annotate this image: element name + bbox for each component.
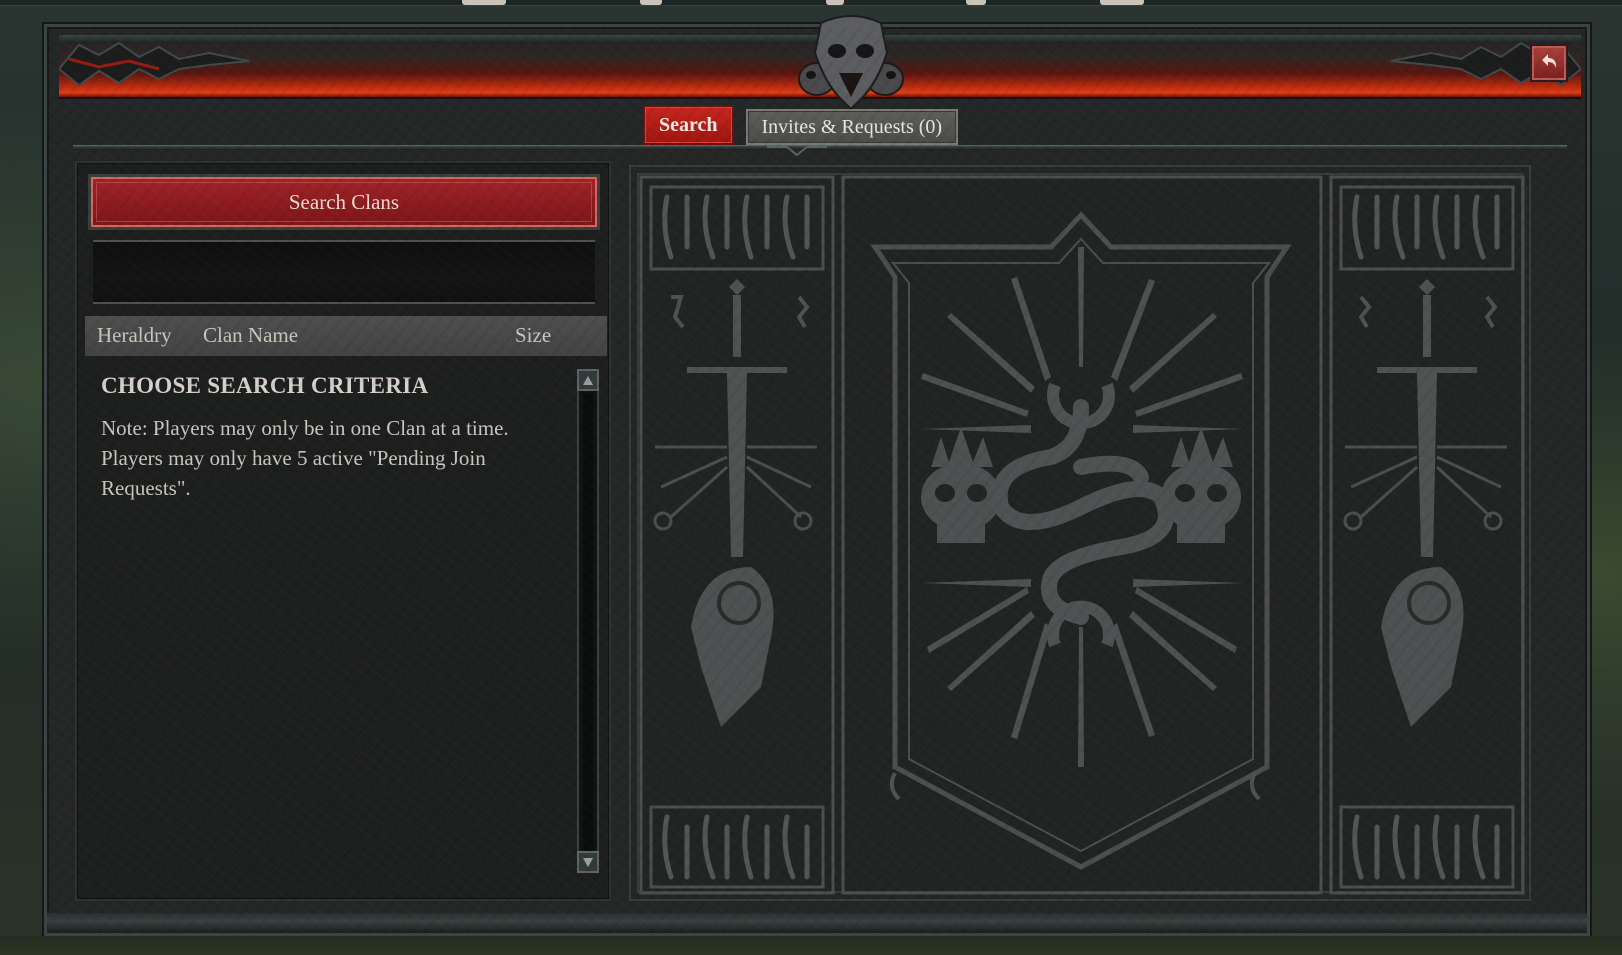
window-frame-bottom [47,913,1587,933]
back-button[interactable] [1530,44,1568,82]
search-filter-area[interactable] [93,240,595,304]
thorn-ornament-icon [59,41,249,87]
search-clans-button[interactable]: Search Clans [88,174,600,230]
back-arrow-icon [1542,54,1557,68]
column-header-size[interactable]: Size [515,323,551,348]
tab-bar: Search Invites & Requests (0) [643,105,959,145]
column-header-heraldry[interactable]: Heraldry [97,323,172,348]
clan-banner-art [629,165,1531,901]
crowned-skull-icons [921,427,1241,543]
hud-tick [826,0,844,5]
results-list: CHOOSE SEARCH CRITERIA Note: Players may… [87,359,587,889]
triangle-down-icon [583,857,593,867]
hud-top-strip [0,0,1622,6]
clan-window: Search Invites & Requests (0) Search Cla… [44,15,1590,936]
scroll-up-button[interactable] [577,369,599,391]
criteria-note: Note: Players may only be in one Clan at… [101,416,509,500]
tab-search[interactable]: Search [643,105,734,145]
column-header-clan-name[interactable]: Clan Name [203,323,298,348]
ram-head-icons [691,567,1464,727]
scroll-track[interactable] [583,393,593,851]
search-panel: Search Clans Heraldry Clan Name Size CHO… [75,161,611,901]
divider-ornament-icon [767,146,827,157]
hud-tick [1100,0,1144,5]
results-scrollbar[interactable] [577,369,599,873]
hud-tick [640,0,662,5]
tab-invites-requests[interactable]: Invites & Requests (0) [745,109,959,145]
window-header [59,15,1581,111]
criteria-title: CHOOSE SEARCH CRITERIA [101,373,429,398]
background-ground [0,936,1622,955]
scroll-down-button[interactable] [577,851,599,873]
hud-tick [966,0,986,5]
banner-artwork [639,175,1525,895]
results-table-header: Heraldry Clan Name Size [85,316,607,356]
demon-skull-crest-icon [798,15,904,111]
triangle-up-icon [583,375,593,385]
hud-tick [462,0,506,5]
